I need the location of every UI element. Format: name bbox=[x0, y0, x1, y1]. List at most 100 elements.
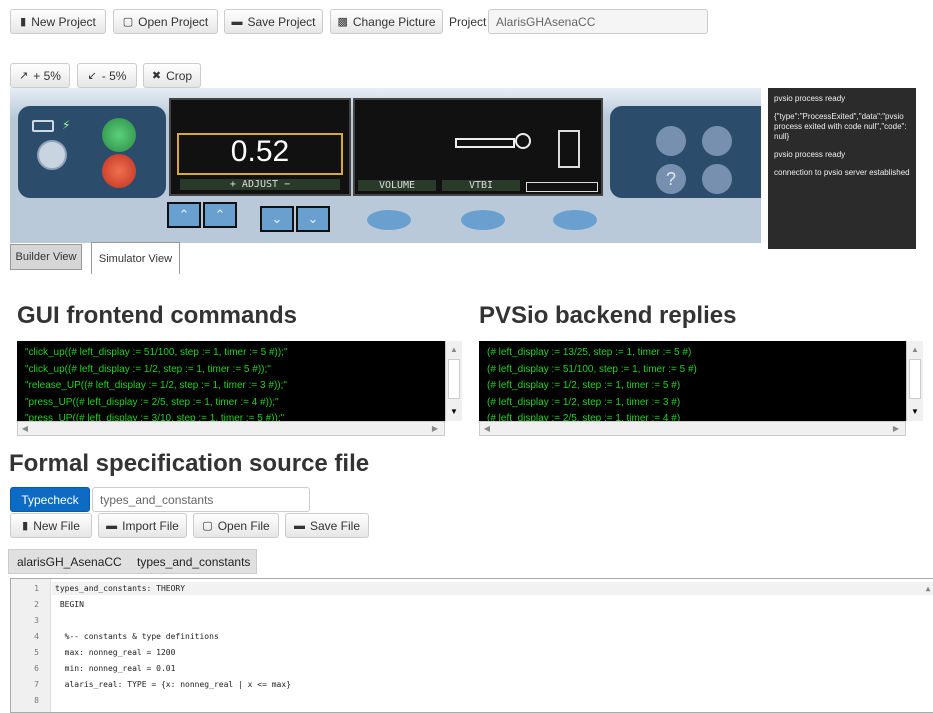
status-message: pvsio process ready bbox=[774, 150, 846, 159]
scroll-left-icon[interactable]: ◀ bbox=[482, 422, 492, 435]
line-number: 3 bbox=[34, 616, 39, 625]
tab-simulator-view-label: Simulator View bbox=[98, 252, 173, 265]
change-picture-label: Change Picture bbox=[352, 14, 436, 29]
project-label: Project bbox=[449, 15, 487, 29]
gui-commands-title: GUI frontend commands bbox=[17, 302, 298, 329]
status-message: pvsio process ready bbox=[774, 94, 846, 103]
crop-button[interactable]: ✖ Crop bbox=[143, 63, 201, 88]
scroll-up-icon[interactable]: ▲ bbox=[923, 583, 933, 593]
gui-command-line: "press_UP((# left_display := 3/10, step … bbox=[25, 413, 285, 421]
softkey-3-button[interactable] bbox=[553, 210, 597, 230]
new-file-button[interactable]: ▮ New File bbox=[10, 513, 92, 538]
softkey-1-button[interactable] bbox=[367, 210, 411, 230]
start-button[interactable] bbox=[102, 118, 136, 152]
line-number: 7 bbox=[34, 680, 39, 689]
save-project-button[interactable]: ▬ Save Project bbox=[224, 9, 323, 34]
line-number: 1 bbox=[34, 584, 39, 593]
fast-up-button[interactable]: ⌃ bbox=[167, 202, 201, 228]
file-tab[interactable]: alarisGH_AsenaCC bbox=[17, 555, 122, 569]
open-file-button[interactable]: ▢ Open File bbox=[193, 513, 279, 538]
project-name-field[interactable]: AlarisGHAsenaCC bbox=[488, 9, 708, 34]
file-tabs: alarisGH_AsenaCC types_and_constants bbox=[8, 549, 257, 574]
crop-icon: ✖ bbox=[151, 70, 162, 82]
scroll-thumb[interactable] bbox=[909, 359, 921, 399]
scroll-down-icon[interactable]: ▼ bbox=[446, 405, 462, 417]
zoom-in-button[interactable]: ↗ + 5% bbox=[10, 63, 70, 88]
zoom-in-label: + 5% bbox=[33, 68, 61, 83]
softkey-3-label bbox=[526, 182, 598, 192]
line-number-gutter bbox=[11, 579, 51, 712]
tab-simulator-view[interactable]: Simulator View bbox=[91, 242, 180, 274]
typecheck-button[interactable]: Typecheck bbox=[10, 487, 90, 512]
open-file-label: Open File bbox=[217, 518, 270, 533]
clock-icon bbox=[515, 133, 531, 149]
save-icon: ▬ bbox=[231, 15, 243, 28]
backend-reply-line: (# left_display := 1/2, step := 1, timer… bbox=[487, 380, 681, 391]
options-button[interactable] bbox=[702, 126, 732, 156]
syringe-icon bbox=[455, 138, 515, 148]
slow-up-button[interactable]: ⌃ bbox=[203, 202, 237, 228]
gui-command-line: "press_UP((# left_display := 2/5, step :… bbox=[25, 396, 279, 408]
scroll-right-icon[interactable]: ▶ bbox=[430, 422, 440, 435]
line-number: 6 bbox=[34, 664, 39, 673]
status-message: connection to pvsio server established bbox=[774, 168, 910, 177]
new-project-label: New Project bbox=[31, 14, 96, 29]
code-line: max: nonneg_real = 1200 bbox=[55, 648, 176, 657]
file-tab[interactable]: types_and_constants bbox=[137, 555, 250, 569]
resize-small-icon: ↙ bbox=[87, 70, 97, 82]
code-line: %-- constants & type definitions bbox=[55, 632, 219, 641]
spec-filename-field[interactable]: types_and_constants bbox=[92, 487, 310, 512]
resize-icon: ↗ bbox=[19, 70, 29, 82]
backend-replies-console[interactable]: (# left_display := 13/25, step := 1, tim… bbox=[479, 341, 906, 421]
code-editor[interactable]: 1 types_and_constants: THEORY 2 BEGIN 3 … bbox=[10, 578, 933, 713]
display-value: 0.52 bbox=[230, 135, 290, 168]
file-icon: ▮ bbox=[20, 16, 27, 28]
status-console: pvsio process ready {"type":"ProcessExit… bbox=[768, 88, 916, 249]
stop-button[interactable] bbox=[102, 154, 136, 188]
gui-command-line: "release_UP((# left_display := 1/2, step… bbox=[25, 380, 287, 391]
picture-icon: ▩ bbox=[337, 16, 348, 28]
scroll-up-icon[interactable]: ▲ bbox=[907, 343, 923, 355]
import-icon: ▬ bbox=[106, 519, 118, 532]
backend-replies-title: PVSio backend replies bbox=[479, 302, 737, 329]
new-project-button[interactable]: ▮ New Project bbox=[10, 9, 106, 34]
backend-replies-hscroll[interactable]: ◀ ▶ bbox=[479, 421, 906, 436]
save-file-label: Save File bbox=[309, 518, 361, 533]
backend-replies-vscroll[interactable]: ▲ ▼ bbox=[906, 341, 923, 421]
save-file-button[interactable]: ▬ Save File bbox=[285, 513, 369, 538]
backend-reply-line: (# left_display := 1/2, step := 1, timer… bbox=[487, 396, 681, 408]
zoom-out-button[interactable]: ↙ - 5% bbox=[77, 63, 137, 88]
status-message: {"type":"ProcessExited","data":"pvsio pr… bbox=[774, 112, 907, 141]
project-name-value: AlarisGHAsenaCC bbox=[496, 14, 596, 29]
scroll-left-icon[interactable]: ◀ bbox=[20, 422, 30, 435]
level-gauge-icon bbox=[558, 130, 580, 168]
vtbi-label: VTBI bbox=[442, 180, 520, 191]
gui-commands-hscroll[interactable]: ◀ ▶ bbox=[17, 421, 445, 436]
help-button[interactable]: ? bbox=[656, 164, 686, 194]
fast-down-button[interactable]: ⌄ bbox=[296, 206, 330, 232]
code-line: alaris_real: TYPE = {x: nonneg_real | x … bbox=[55, 680, 292, 689]
gui-commands-console[interactable]: "click_up((# left_display := 51/100, ste… bbox=[17, 341, 445, 421]
line-number: 8 bbox=[34, 696, 39, 705]
change-picture-button[interactable]: ▩ Change Picture bbox=[330, 9, 443, 34]
power-button[interactable] bbox=[37, 140, 67, 170]
scroll-thumb[interactable] bbox=[448, 359, 460, 399]
import-file-button[interactable]: ▬ Import File bbox=[98, 513, 187, 538]
backend-reply-line: (# left_display := 51/100, step := 1, ti… bbox=[487, 363, 697, 375]
adjust-label: + ADJUST − bbox=[180, 179, 340, 190]
scroll-right-icon[interactable]: ▶ bbox=[891, 422, 901, 435]
slow-down-button[interactable]: ⌄ bbox=[260, 206, 294, 232]
open-project-button[interactable]: ▢ Open Project bbox=[113, 9, 218, 34]
menu-button[interactable] bbox=[702, 164, 732, 194]
battery-icon bbox=[32, 120, 54, 132]
gui-command-line: "click_up((# left_display := 1/2, step :… bbox=[25, 363, 271, 375]
gui-commands-vscroll[interactable]: ▲ ▼ bbox=[445, 341, 462, 421]
line-number: 4 bbox=[34, 632, 39, 641]
softkey-2-button[interactable] bbox=[461, 210, 505, 230]
scroll-down-icon[interactable]: ▼ bbox=[907, 405, 923, 417]
tab-builder-view[interactable]: Builder View bbox=[10, 244, 82, 270]
save-project-label: Save Project bbox=[247, 14, 316, 29]
file-icon: ▮ bbox=[22, 520, 29, 532]
scroll-up-icon[interactable]: ▲ bbox=[446, 343, 462, 355]
silence-button[interactable] bbox=[656, 126, 686, 156]
